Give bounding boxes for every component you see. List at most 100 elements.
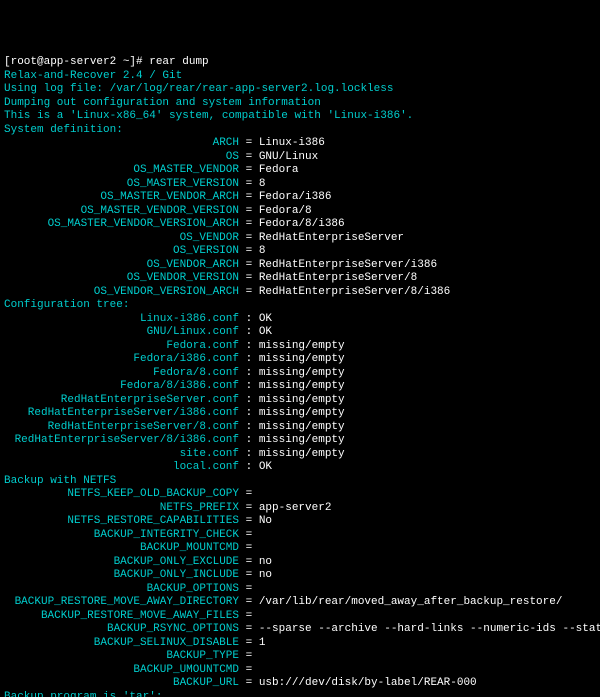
configuration-tree-value: OK	[259, 461, 272, 473]
backup-netfs-key: BACKUP_ONLY_EXCLUDE	[4, 556, 239, 570]
system-definition-value: Fedora/i386	[259, 191, 332, 203]
separator: :	[239, 448, 259, 460]
system-definition-key: OS_MASTER_VENDOR_VERSION_ARCH	[4, 218, 239, 232]
backup-netfs-row: NETFS_RESTORE_CAPABILITIES = No	[4, 515, 272, 527]
backup-netfs-key: NETFS_RESTORE_CAPABILITIES	[4, 515, 239, 529]
system-definition-row: OS_VENDOR_ARCH = RedHatEnterpriseServer/…	[4, 259, 437, 271]
backup-netfs-row: BACKUP_MOUNTCMD =	[4, 542, 259, 554]
configuration-tree-value: OK	[259, 313, 272, 325]
backup-netfs-value: usb:///dev/disk/by-label/REAR-000	[259, 677, 477, 689]
separator: :	[239, 340, 259, 352]
separator: =	[239, 151, 259, 163]
configuration-tree-value: missing/empty	[259, 434, 345, 446]
system-definition-row: OS_VERSION = 8	[4, 245, 265, 257]
backup-netfs-value: no	[259, 569, 272, 581]
shell-command: rear dump	[149, 56, 208, 68]
configuration-tree-key: RedHatEnterpriseServer/i386.conf	[4, 407, 239, 421]
configuration-tree-value: missing/empty	[259, 353, 345, 365]
configuration-tree-row: GNU/Linux.conf : OK	[4, 326, 272, 338]
header-line: This is a 'Linux-x86_64' system, compati…	[4, 110, 413, 122]
backup-netfs-row: BACKUP_ONLY_INCLUDE = no	[4, 569, 272, 581]
configuration-tree-value: missing/empty	[259, 407, 345, 419]
backup-netfs-row: BACKUP_INTEGRITY_CHECK =	[4, 529, 259, 541]
configuration-tree-value: missing/empty	[259, 448, 345, 460]
configuration-tree-row: RedHatEnterpriseServer.conf : missing/em…	[4, 394, 345, 406]
configuration-tree-row: Fedora/8/i386.conf : missing/empty	[4, 380, 345, 392]
separator: :	[239, 380, 259, 392]
configuration-tree-row: RedHatEnterpriseServer/i386.conf : missi…	[4, 407, 345, 419]
configuration-tree-key: Fedora/i386.conf	[4, 353, 239, 367]
configuration-tree-value: missing/empty	[259, 367, 345, 379]
configuration-tree-row: Fedora/i386.conf : missing/empty	[4, 353, 345, 365]
configuration-tree-value: missing/empty	[259, 340, 345, 352]
separator: =	[239, 502, 259, 514]
backup-netfs-row: BACKUP_RESTORE_MOVE_AWAY_DIRECTORY = /va…	[4, 596, 562, 608]
backup-netfs-row: NETFS_KEEP_OLD_BACKUP_COPY =	[4, 488, 259, 500]
backup-netfs-row: BACKUP_ONLY_EXCLUDE = no	[4, 556, 272, 568]
configuration-tree-row: Fedora.conf : missing/empty	[4, 340, 345, 352]
configuration-tree-value: missing/empty	[259, 421, 345, 433]
separator: :	[239, 394, 259, 406]
backup-netfs-row: BACKUP_SELINUX_DISABLE = 1	[4, 637, 265, 649]
separator: :	[239, 421, 259, 433]
backup-netfs-row: NETFS_PREFIX = app-server2	[4, 502, 331, 514]
backup-netfs-key: BACKUP_MOUNTCMD	[4, 542, 239, 556]
system-definition-row: OS_MASTER_VENDOR_ARCH = Fedora/i386	[4, 191, 331, 203]
backup-netfs-key: NETFS_KEEP_OLD_BACKUP_COPY	[4, 488, 239, 502]
configuration-tree-value: missing/empty	[259, 380, 345, 392]
system-definition-key: OS_MASTER_VERSION	[4, 178, 239, 192]
backup-netfs-key: BACKUP_TYPE	[4, 650, 239, 664]
configuration-tree-row: RedHatEnterpriseServer/8.conf : missing/…	[4, 421, 345, 433]
separator: :	[239, 313, 259, 325]
configuration-tree-value: OK	[259, 326, 272, 338]
system-definition-value: Fedora	[259, 164, 299, 176]
configuration-tree-key: Fedora/8.conf	[4, 367, 239, 381]
system-definition-row: OS_MASTER_VERSION = 8	[4, 178, 265, 190]
separator: =	[239, 272, 259, 284]
system-definition-key: ARCH	[4, 137, 239, 151]
backup-netfs-row: BACKUP_TYPE =	[4, 650, 259, 662]
system-definition-key: OS_VENDOR_VERSION	[4, 272, 239, 286]
separator: =	[239, 664, 259, 676]
configuration-tree-key: Linux-i386.conf	[4, 313, 239, 327]
system-definition-key: OS_VENDOR_ARCH	[4, 259, 239, 273]
system-definition-row: OS_MASTER_VENDOR = Fedora	[4, 164, 298, 176]
system-definition-row: OS_MASTER_VENDOR_VERSION_ARCH = Fedora/8…	[4, 218, 345, 230]
backup-netfs-key: BACKUP_OPTIONS	[4, 583, 239, 597]
separator: :	[239, 353, 259, 365]
backup-netfs-value: app-server2	[259, 502, 332, 514]
backup-netfs-row: BACKUP_URL = usb:///dev/disk/by-label/RE…	[4, 677, 477, 689]
system-definition-row: OS_VENDOR = RedHatEnterpriseServer	[4, 232, 404, 244]
system-definition-value: Fedora/8/i386	[259, 218, 345, 230]
backup-netfs-key: BACKUP_RESTORE_MOVE_AWAY_DIRECTORY	[4, 596, 239, 610]
separator: =	[239, 677, 259, 689]
configuration-tree-row: Linux-i386.conf : OK	[4, 313, 272, 325]
system-definition-key: OS_VENDOR_VERSION_ARCH	[4, 286, 239, 300]
backup-netfs-key: BACKUP_RSYNC_OPTIONS	[4, 623, 239, 637]
configuration-tree-row: local.conf : OK	[4, 461, 272, 473]
system-definition-row: OS_VENDOR_VERSION_ARCH = RedHatEnterpris…	[4, 286, 450, 298]
system-definition-value: RedHatEnterpriseServer/i386	[259, 259, 437, 271]
backup-netfs-key: BACKUP_ONLY_INCLUDE	[4, 569, 239, 583]
separator: =	[239, 542, 259, 554]
separator: =	[239, 650, 259, 662]
header-line: Relax-and-Recover 2.4 / Git	[4, 70, 182, 82]
separator: =	[239, 286, 259, 298]
backup-netfs-value: 1	[259, 637, 266, 649]
backup-netfs-key: BACKUP_INTEGRITY_CHECK	[4, 529, 239, 543]
separator: =	[239, 529, 259, 541]
system-definition-row: OS = GNU/Linux	[4, 151, 318, 163]
backup-netfs-value: no	[259, 556, 272, 568]
configuration-tree-row: RedHatEnterpriseServer/8/i386.conf : mis…	[4, 434, 345, 446]
separator: =	[239, 488, 259, 500]
backup-netfs-row: BACKUP_UMOUNTCMD =	[4, 664, 259, 676]
separator: =	[239, 596, 259, 608]
configuration-tree-key: site.conf	[4, 448, 239, 462]
configuration-tree-value: missing/empty	[259, 394, 345, 406]
separator: =	[239, 164, 259, 176]
separator: =	[239, 137, 259, 149]
configuration-tree-key: RedHatEnterpriseServer/8/i386.conf	[4, 434, 239, 448]
backup-netfs-key: BACKUP_URL	[4, 677, 239, 691]
header-line: Using log file: /var/log/rear/rear-app-s…	[4, 83, 393, 95]
separator: :	[239, 407, 259, 419]
